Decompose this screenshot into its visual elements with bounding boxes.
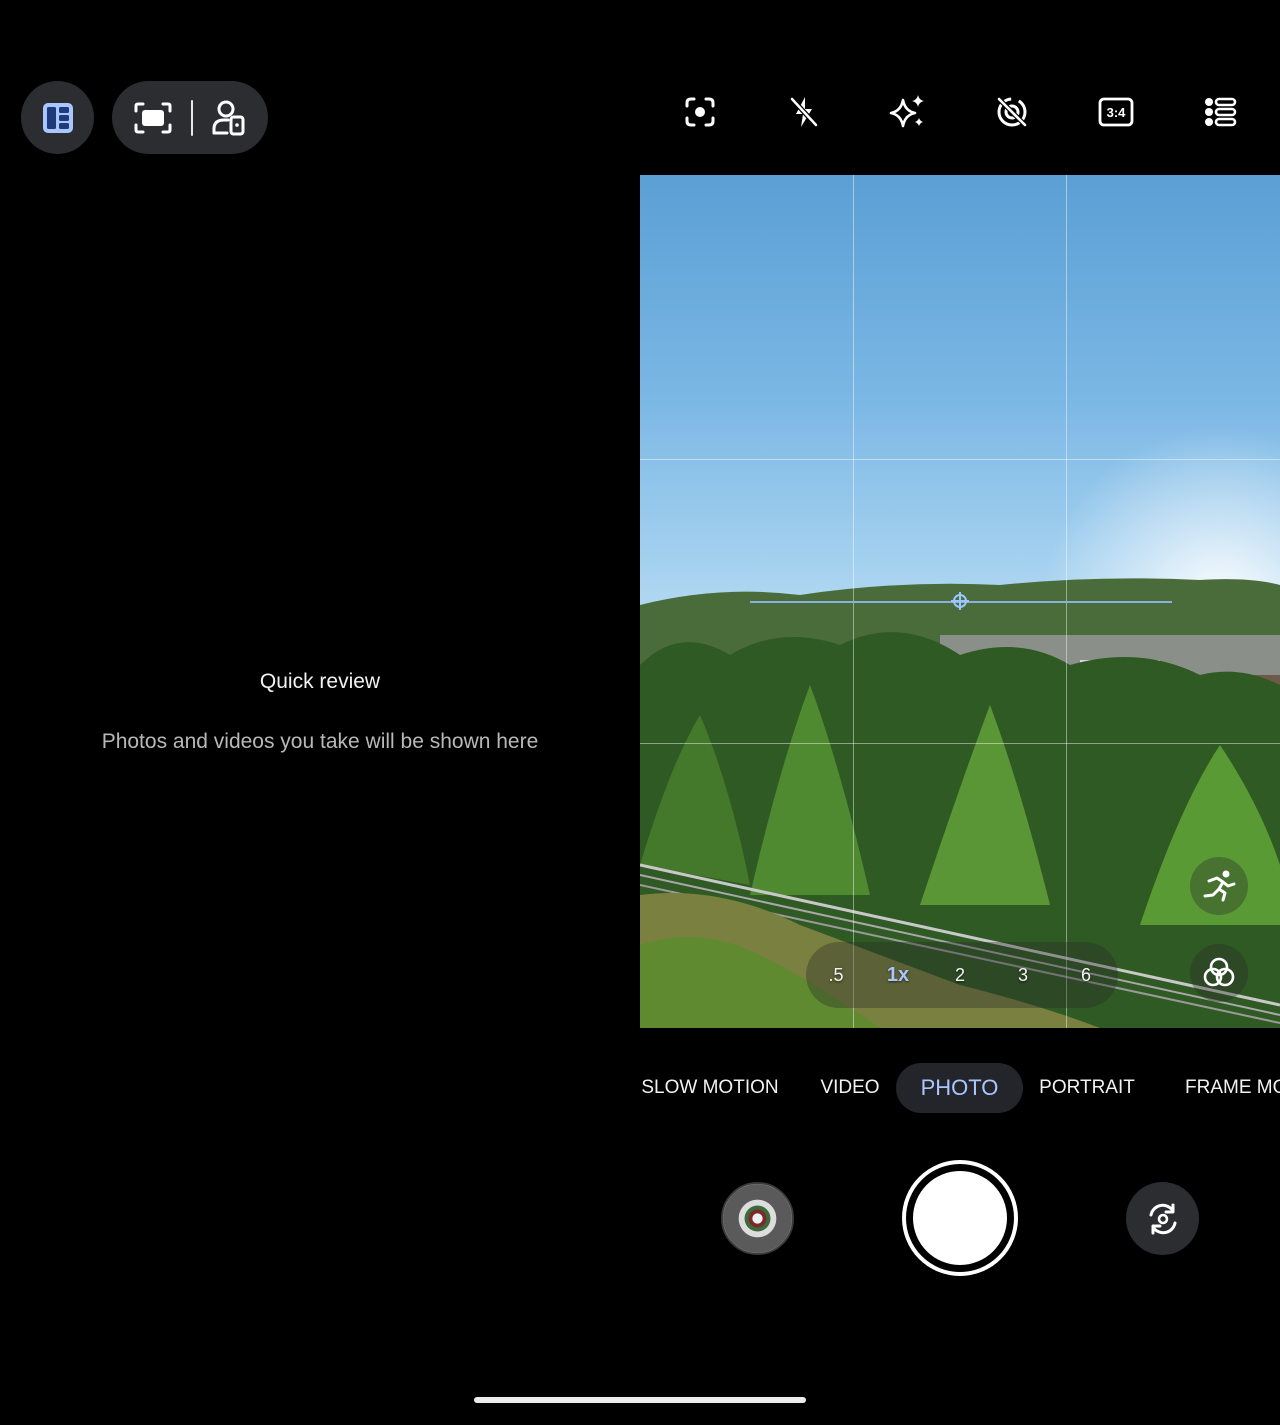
shutter-inner	[913, 1171, 1007, 1265]
mode-frame-mode[interactable]: FRAME MODE	[1185, 1063, 1280, 1113]
camera-viewfinder[interactable]: .5 1x 2 3 6	[640, 175, 1280, 1028]
mode-photo[interactable]: PHOTO	[896, 1063, 1023, 1113]
filters-button[interactable]	[1190, 944, 1248, 1002]
quick-review-subtitle: Photos and videos you take will be shown…	[101, 730, 539, 753]
settings-list-icon	[1203, 96, 1237, 128]
grid-line	[640, 743, 1280, 744]
motion-photo-button[interactable]	[972, 86, 1052, 138]
camera-mode-selector: SLOW MOTION VIDEO PHOTO PORTRAIT FRAME M…	[640, 1063, 1280, 1113]
flip-camera-button[interactable]	[1126, 1182, 1199, 1255]
shutter-button[interactable]	[902, 1160, 1018, 1276]
gallery-thumbnail[interactable]	[721, 1182, 794, 1255]
horizon-level-indicator	[951, 592, 969, 610]
grid-line	[640, 459, 1280, 460]
aspect-ratio-icon: 3:4	[1098, 97, 1134, 127]
lens-icon	[684, 96, 716, 128]
effects-button[interactable]	[868, 86, 948, 138]
zoom-1x[interactable]: 1x	[873, 942, 923, 1008]
zoom-2[interactable]: 2	[935, 942, 985, 1008]
zoom-6[interactable]: 6	[1061, 942, 1111, 1008]
lens-button[interactable]	[660, 86, 740, 138]
aspect-ratio-label: 3:4	[1106, 104, 1126, 120]
cover-screen-preview-icon[interactable]	[211, 99, 247, 137]
aspect-ratio-button[interactable]: 3:4	[1076, 86, 1156, 138]
dual-screen-layout-icon	[41, 101, 75, 135]
pill-divider	[191, 99, 193, 136]
flip-camera-icon	[1145, 1201, 1181, 1237]
flash-off-icon	[788, 95, 820, 129]
screen-mode-toggle	[112, 81, 268, 154]
frame-capture-icon[interactable]	[133, 101, 173, 135]
zoom-selector: .5 1x 2 3 6	[806, 942, 1118, 1008]
motion-mode-button[interactable]	[1190, 857, 1248, 915]
running-person-icon	[1201, 869, 1237, 903]
mode-slow-motion[interactable]: SLOW MOTION	[640, 1063, 790, 1113]
quick-review-title: Quick review	[259, 670, 381, 693]
camera-toolbar: 3:4	[660, 86, 1260, 138]
zoom-3[interactable]: 3	[998, 942, 1048, 1008]
home-indicator[interactable]	[474, 1397, 806, 1403]
mode-video[interactable]: VIDEO	[810, 1063, 890, 1113]
filters-icon	[1202, 956, 1236, 990]
mode-portrait[interactable]: PORTRAIT	[1037, 1063, 1137, 1113]
motion-photo-off-icon	[995, 95, 1029, 129]
flash-button[interactable]	[764, 86, 844, 138]
dual-screen-layout-button[interactable]	[21, 81, 94, 154]
sparkle-effects-icon	[889, 94, 927, 130]
settings-button[interactable]	[1180, 86, 1260, 138]
zoom-0-5[interactable]: .5	[811, 942, 861, 1008]
